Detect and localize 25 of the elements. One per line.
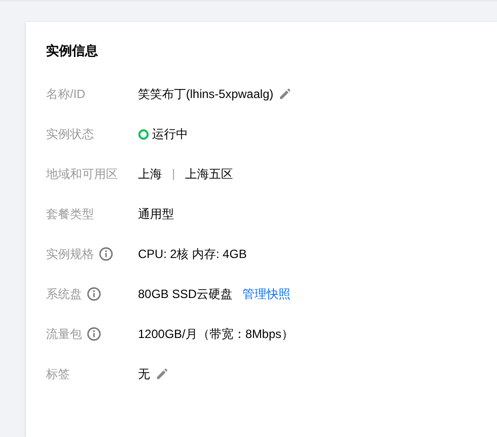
edit-icon[interactable] <box>156 368 168 380</box>
running-status-icon <box>138 128 149 140</box>
field-value: 1200GB/月（带宽：8Mbps） <box>138 326 294 342</box>
field-value: 通用型 <box>138 206 174 222</box>
info-icon[interactable] <box>87 287 101 301</box>
manage-snapshot-link[interactable]: 管理快照 <box>242 286 291 302</box>
info-icon[interactable] <box>99 247 113 261</box>
field-value: 80GB SSD云硬盘 <box>138 286 233 302</box>
field-label: 套餐类型 <box>46 206 94 222</box>
card-title: 实例信息 <box>46 42 99 60</box>
field-label: 实例状态 <box>46 126 94 142</box>
field-label: 实例规格 <box>46 246 94 262</box>
field-label: 系统盘 <box>46 286 82 302</box>
field-value: CPU: 2核 内存: 4GB <box>138 246 247 262</box>
field-value: 无 <box>138 366 150 382</box>
region-text: 上海五区 <box>185 166 233 182</box>
region-text: 上海 <box>138 166 162 182</box>
info-icon[interactable] <box>87 327 101 341</box>
status-text: 运行中 <box>152 126 188 142</box>
field-label: 流量包 <box>46 326 82 342</box>
field-label: 地域和可用区 <box>46 166 118 182</box>
field-value: 笑笑布丁(lhins-5xpwaalg) <box>138 86 274 102</box>
field-label: 标签 <box>46 366 70 382</box>
edit-icon[interactable] <box>279 88 292 100</box>
field-label: 名称/ID <box>46 86 86 102</box>
